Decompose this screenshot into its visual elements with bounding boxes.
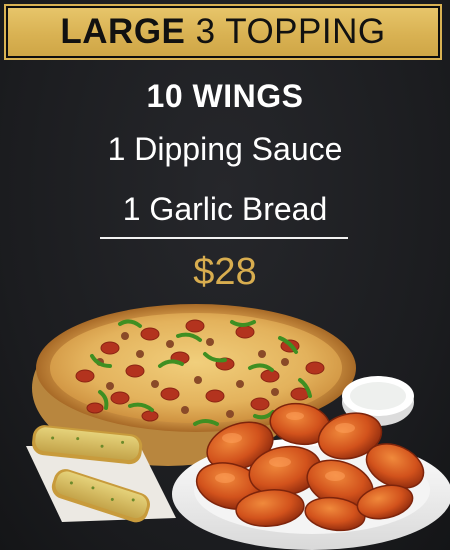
banner-title-toppings: 3 TOPPING (195, 12, 386, 51)
banner-title-size: LARGE (60, 12, 186, 51)
promo-card: LARGE 3 TOPPING 10 WINGS 1 Dipping Sauce… (0, 0, 450, 550)
banner-title: LARGE 3 TOPPING (60, 12, 385, 52)
food-illustration (26, 304, 450, 550)
garlic-bread-text: 1 Garlic Bread (122, 191, 328, 227)
divider-line (100, 237, 348, 239)
title-banner: LARGE 3 TOPPING (6, 6, 440, 58)
dipping-sauce-text: 1 Dipping Sauce (107, 131, 343, 167)
price-text: $28 (193, 251, 257, 293)
wings-text: 10 WINGS (146, 78, 304, 114)
